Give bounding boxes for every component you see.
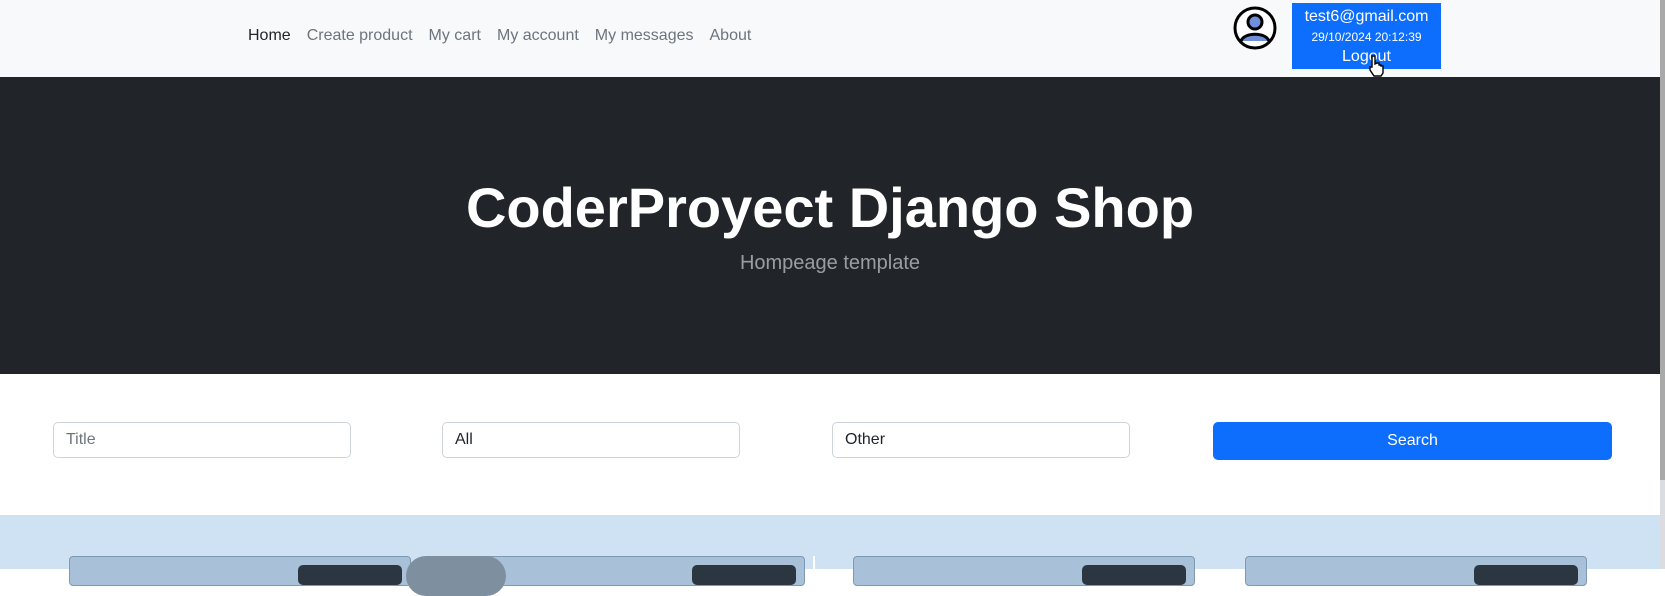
condition-select[interactable] (832, 422, 1130, 458)
login-timestamp: 29/10/2024 20:12:39 (1311, 30, 1422, 44)
nav-links: Home Create product My cart My account M… (248, 26, 767, 46)
product-card[interactable] (1245, 556, 1587, 586)
nav-link-create-product[interactable]: Create product (307, 26, 413, 46)
title-search-input[interactable] (53, 422, 351, 458)
hero-banner: CoderProyect Django Shop Hompeage templa… (0, 77, 1660, 374)
nav-link-my-cart[interactable]: My cart (429, 26, 481, 46)
card-badge (692, 565, 796, 585)
divider (813, 556, 815, 569)
user-email: test6@gmail.com (1304, 8, 1429, 25)
pointer-cursor-icon (1369, 55, 1384, 77)
product-image-placeholder (406, 556, 506, 596)
card-badge (1474, 565, 1578, 585)
navbar: Home Create product My cart My account M… (0, 0, 1665, 78)
nav-link-my-account[interactable]: My account (497, 26, 579, 46)
search-button[interactable]: Search (1213, 422, 1612, 460)
products-section (0, 515, 1660, 586)
user-circle-icon[interactable] (1233, 6, 1277, 50)
search-form: Search (0, 374, 1660, 515)
hero-title: CoderProyect Django Shop (465, 176, 1195, 239)
product-card[interactable] (69, 556, 411, 586)
product-card[interactable] (460, 556, 805, 586)
card-badge (298, 565, 402, 585)
scrollbar-thumb[interactable] (1660, 0, 1665, 480)
product-card[interactable] (853, 556, 1195, 586)
category-select[interactable] (442, 422, 740, 458)
nav-link-home[interactable]: Home (248, 26, 291, 46)
nav-link-about[interactable]: About (710, 26, 752, 46)
hero-subtitle: Hompeage template (739, 252, 921, 274)
card-badge (1082, 565, 1186, 585)
nav-link-my-messages[interactable]: My messages (595, 26, 694, 46)
